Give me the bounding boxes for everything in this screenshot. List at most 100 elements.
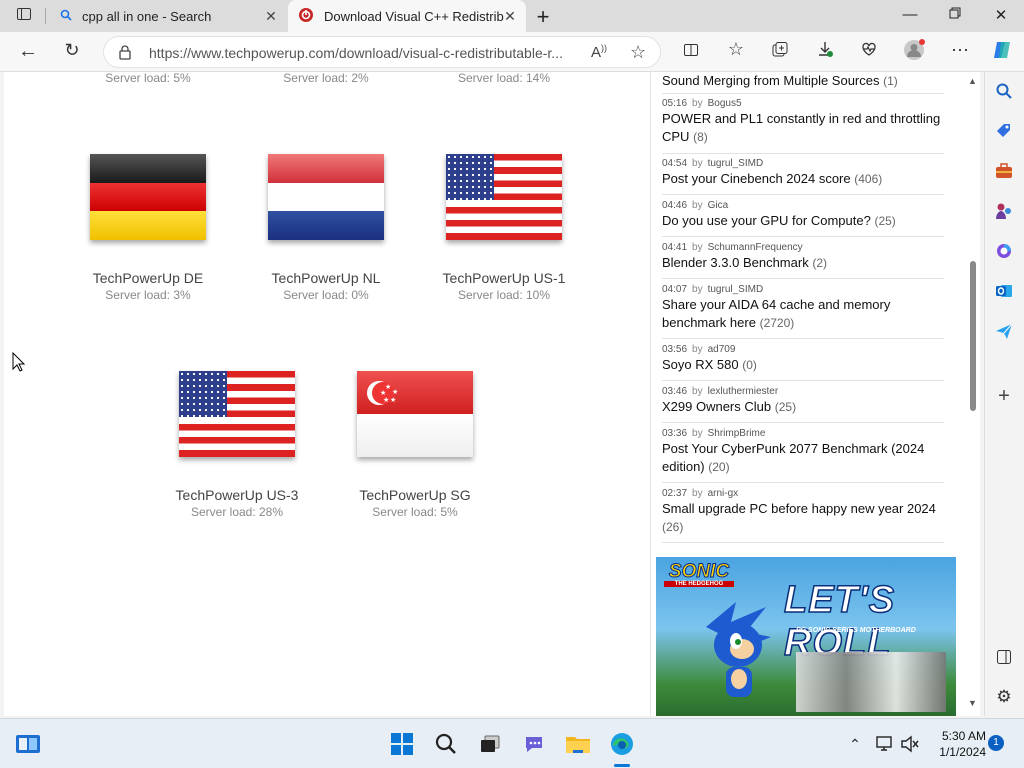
forum-item[interactable]: 04:07 by tugrul_SIMD Share your AIDA 64 ca…	[662, 284, 944, 332]
usa-flag-icon[interactable]	[446, 154, 562, 240]
forum-author[interactable]: ShrimpBrime	[708, 428, 766, 439]
notification-badge[interactable]: 1	[988, 735, 1004, 751]
forum-author[interactable]: SchumannFrequency	[708, 242, 803, 253]
volume-muted-icon[interactable]	[897, 731, 923, 757]
close-tab-icon[interactable]: ✕	[502, 8, 518, 25]
server-load: Server load: 5%	[105, 72, 191, 85]
teams-chat-icon[interactable]	[521, 731, 547, 757]
forum-item[interactable]: 05:16 by Bogus5 POWER and PL1 constantly i…	[662, 98, 944, 146]
downloads-icon[interactable]	[813, 40, 837, 63]
edge-browser-icon[interactable]	[609, 731, 635, 757]
settings-gear-icon[interactable]: ⚙	[993, 686, 1015, 708]
scroll-down-icon[interactable]: ▼	[968, 698, 977, 708]
forum-item[interactable]: 03:46 by lexluthermiester X299 Owners Club…	[662, 386, 944, 416]
lock-icon[interactable]	[118, 44, 132, 65]
close-window-icon[interactable]: ✕	[991, 6, 1011, 24]
sonic-ad-banner[interactable]: SONIC THE HEDGEHOG LET'S ROLL PG SONIC S…	[656, 557, 956, 716]
scrollbar[interactable]: ▲ ▼	[966, 72, 980, 716]
more-menu-icon[interactable]: ⋯	[948, 40, 972, 61]
refresh-icon[interactable]: ↻	[60, 40, 84, 61]
profile-avatar[interactable]	[902, 39, 926, 66]
shopping-tag-icon[interactable]	[993, 120, 1015, 142]
forum-author[interactable]: Gica	[708, 200, 729, 211]
forum-time: 04:46	[662, 200, 688, 211]
tab-search[interactable]: cpp all in one - Search ✕	[47, 0, 287, 32]
tray-chevron-up-icon[interactable]: ⌃	[842, 731, 868, 757]
toolbar: ← ↻ https://www.techpowerup.com/download…	[0, 32, 1024, 72]
search-icon[interactable]	[993, 80, 1015, 102]
tools-briefcase-icon[interactable]	[993, 160, 1015, 182]
favorite-star-icon[interactable]: ☆	[630, 42, 646, 63]
favorites-icon[interactable]: ☆	[724, 39, 748, 60]
server-name[interactable]: TechPowerUp DE	[58, 270, 238, 286]
forum-title[interactable]: Soyo RX 580	[662, 357, 739, 372]
network-icon[interactable]	[872, 731, 898, 757]
minimize-icon[interactable]: —	[900, 6, 920, 23]
server-name[interactable]: TechPowerUp US-3	[147, 487, 327, 503]
forum-title[interactable]: Blender 3.3.0 Benchmark	[662, 255, 809, 270]
singapore-flag-icon[interactable]: ★ ★ ★ ★ ★	[357, 371, 473, 457]
divider	[662, 482, 944, 483]
forum-author[interactable]: Bogus5	[708, 98, 742, 109]
scrollbar-thumb[interactable]	[970, 261, 976, 411]
tab-techpowerup[interactable]: Download Visual C++ Redistributable ✕	[288, 0, 526, 32]
forum-item[interactable]: Sound Merging from Multiple Sources (1)	[662, 72, 944, 90]
forum-author[interactable]: tugrul_SIMD	[708, 158, 764, 169]
netherlands-flag-icon[interactable]	[268, 154, 384, 240]
server-name[interactable]: TechPowerUp SG	[325, 487, 505, 503]
mouse-cursor-icon	[12, 351, 26, 377]
games-icon[interactable]	[993, 200, 1015, 222]
new-tab-icon[interactable]: +	[533, 4, 553, 30]
clock[interactable]: 5:30 AM 1/1/2024	[930, 728, 986, 760]
performance-icon[interactable]	[857, 40, 881, 63]
back-icon[interactable]: ←	[16, 40, 40, 63]
copilot-icon[interactable]	[990, 39, 1014, 66]
forum-item[interactable]: 03:56 by ad709 Soyo RX 580 (0)	[662, 344, 944, 374]
svg-text:★: ★	[383, 396, 389, 404]
start-windows-icon[interactable]	[389, 731, 415, 757]
forum-item[interactable]: 02:37 by arni-gx Small upgrade PC before h…	[662, 488, 944, 536]
server-load: Server load: 28%	[190, 505, 284, 519]
tab-actions-icon[interactable]	[12, 6, 36, 27]
collections-icon[interactable]	[768, 41, 792, 64]
task-view-icon[interactable]	[477, 731, 503, 757]
add-icon[interactable]: +	[993, 385, 1015, 407]
forum-item[interactable]: 03:36 by ShrimpBrime Post Your CyberPunk 2…	[662, 428, 944, 476]
scroll-up-icon[interactable]: ▲	[968, 76, 977, 86]
forum-author[interactable]: arni-gx	[708, 488, 739, 499]
forum-title[interactable]: Small upgrade PC before happy new year 2…	[662, 501, 936, 516]
divider	[662, 338, 944, 339]
widgets-icon[interactable]	[15, 731, 41, 757]
reply-count: (0)	[742, 358, 757, 372]
forum-title[interactable]: Post your Cinebench 2024 score	[662, 171, 851, 186]
svg-text:★: ★	[390, 396, 396, 404]
forum-item[interactable]: 04:54 by tugrul_SIMD Post your Cinebench 2…	[662, 158, 944, 188]
restore-icon[interactable]	[945, 6, 965, 23]
send-icon[interactable]	[993, 320, 1015, 342]
tab-bar: cpp all in one - Search ✕ Download Visua…	[0, 0, 1024, 32]
outlook-icon[interactable]	[993, 280, 1015, 302]
forum-title[interactable]: Post Your CyberPunk 2077 Benchmark (2024…	[662, 441, 924, 474]
forum-author[interactable]: tugrul_SIMD	[708, 284, 764, 295]
file-explorer-icon[interactable]	[565, 731, 591, 757]
forum-title[interactable]: Do you use your GPU for Compute?	[662, 213, 871, 228]
server-name[interactable]: TechPowerUp NL	[236, 270, 416, 286]
forum-author[interactable]: ad709	[708, 344, 736, 355]
close-tab-icon[interactable]: ✕	[263, 8, 279, 25]
server-name[interactable]: TechPowerUp US-1	[414, 270, 594, 286]
sidebar-toggle-icon[interactable]	[993, 646, 1015, 668]
forum-item[interactable]: 04:41 by SchumannFrequency Blender 3.3.0 B…	[662, 242, 944, 272]
forum-item[interactable]: 04:46 by Gica Do you use your GPU for Comp…	[662, 200, 944, 230]
germany-flag-icon[interactable]	[90, 154, 206, 240]
forum-title[interactable]: Sound Merging from Multiple Sources	[662, 73, 880, 88]
search-icon[interactable]	[433, 731, 459, 757]
forum-time: 04:54	[662, 158, 688, 169]
forum-title[interactable]: X299 Owners Club	[662, 399, 771, 414]
address-bar[interactable]: https://www.techpowerup.com/download/vis…	[103, 36, 661, 68]
forum-author[interactable]: lexluthermiester	[708, 386, 779, 397]
read-aloud-icon[interactable]: A))	[591, 43, 607, 61]
split-screen-icon[interactable]	[679, 42, 703, 63]
usa-flag-icon[interactable]	[179, 371, 295, 457]
microsoft-365-icon[interactable]	[993, 240, 1015, 262]
reply-count: (26)	[662, 520, 684, 534]
